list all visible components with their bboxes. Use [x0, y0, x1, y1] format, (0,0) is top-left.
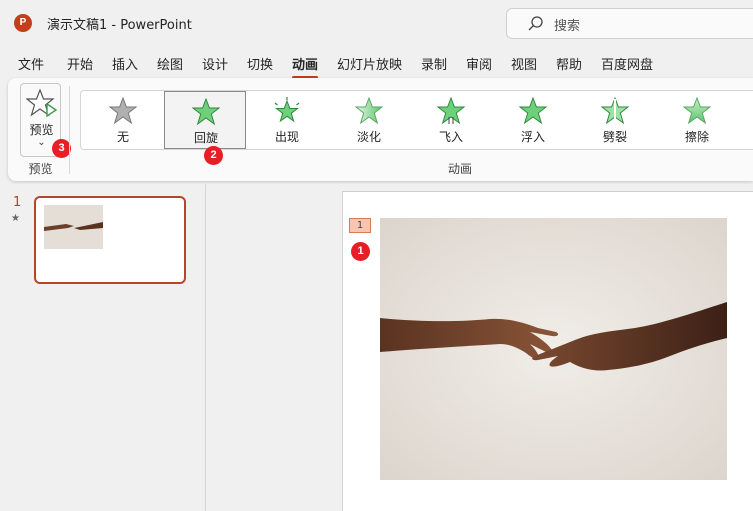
star-float-in-icon	[519, 97, 547, 125]
search-icon	[528, 16, 543, 31]
search-placeholder: 搜索	[554, 19, 581, 34]
animation-label: 劈裂	[602, 130, 627, 144]
slide-number: 1	[13, 195, 22, 210]
step-badge-2: 2	[204, 146, 223, 165]
step-badge-1: 1	[351, 242, 370, 261]
star-appear-icon	[274, 97, 300, 123]
animation-label: 飞入	[438, 130, 463, 144]
animation-label: 回旋	[193, 131, 218, 145]
animation-order-tag[interactable]: 1	[349, 218, 371, 233]
preview-star-icon	[26, 88, 58, 118]
tab-transitions[interactable]: 切换	[247, 54, 273, 73]
animation-appear[interactable]: 出现	[246, 91, 328, 149]
preview-group-label: 预览	[28, 162, 53, 176]
tab-help[interactable]: 帮助	[556, 54, 582, 73]
tab-baidu-netdisk[interactable]: 百度网盘	[601, 54, 653, 73]
animation-star-icon: ★	[11, 213, 20, 224]
tab-animations[interactable]: 动画	[292, 54, 319, 79]
tab-slideshow[interactable]: 幻灯片放映	[337, 54, 402, 73]
hands-photo[interactable]	[380, 218, 727, 480]
tab-insert[interactable]: 插入	[112, 54, 138, 73]
slide-thumbnail[interactable]	[34, 196, 186, 284]
animation-label: 无	[116, 130, 129, 144]
ribbon-tabs: 文件 开始 插入 绘图 设计 切换 动画 幻灯片放映 录制 审阅 视图 帮助 百…	[0, 48, 753, 79]
slide-editing-area: 1 1	[207, 184, 753, 511]
star-fly-in-icon	[437, 97, 465, 125]
animations-ribbon: 预览 ⌄ 3 预览 无 回旋 出现 淡化 飞入 浮入 劈裂 擦除 2 动画	[8, 78, 753, 181]
document-title: 演示文稿1 - PowerPoint	[47, 18, 192, 33]
animations-group-label: 动画	[448, 162, 473, 176]
tab-draw[interactable]: 绘图	[157, 54, 183, 73]
animation-label: 浮入	[520, 130, 545, 144]
animation-gallery: 无 回旋 出现 淡化 飞入 浮入 劈裂 擦除	[80, 90, 753, 150]
animation-label: 擦除	[684, 130, 709, 144]
animation-float-in[interactable]: 浮入	[492, 91, 574, 149]
slide-thumbnail-pane: 1 ★	[0, 184, 206, 511]
star-wipe-icon	[683, 97, 711, 125]
star-none-icon	[109, 97, 137, 125]
animation-label: 出现	[274, 130, 299, 144]
animation-wipe[interactable]: 擦除	[656, 91, 738, 149]
animation-fade[interactable]: 淡化	[328, 91, 410, 149]
star-fade-icon	[355, 97, 383, 125]
title-bar: P 演示文稿1 - PowerPoint 搜索	[0, 0, 753, 46]
thumbnail-photo	[44, 205, 103, 249]
tab-record[interactable]: 录制	[421, 54, 447, 73]
animation-fly-in[interactable]: 飞入	[410, 91, 492, 149]
tab-file[interactable]: 文件	[18, 54, 44, 73]
tab-home[interactable]: 开始	[67, 54, 93, 73]
preview-label: 预览	[29, 123, 54, 137]
animation-split[interactable]: 劈裂	[574, 91, 656, 149]
animation-none[interactable]: 无	[82, 91, 164, 149]
search-input[interactable]: 搜索	[506, 8, 753, 39]
tab-view[interactable]: 视图	[511, 54, 537, 73]
tab-design[interactable]: 设计	[202, 54, 228, 73]
powerpoint-logo-icon: P	[14, 14, 32, 32]
star-swivel-icon	[192, 98, 220, 126]
slide-canvas[interactable]: 1 1	[342, 191, 753, 511]
animation-label: 淡化	[356, 130, 381, 144]
star-split-icon	[601, 97, 629, 125]
group-divider	[69, 86, 70, 174]
tab-review[interactable]: 审阅	[466, 54, 492, 73]
animation-swivel[interactable]: 回旋	[164, 91, 246, 149]
